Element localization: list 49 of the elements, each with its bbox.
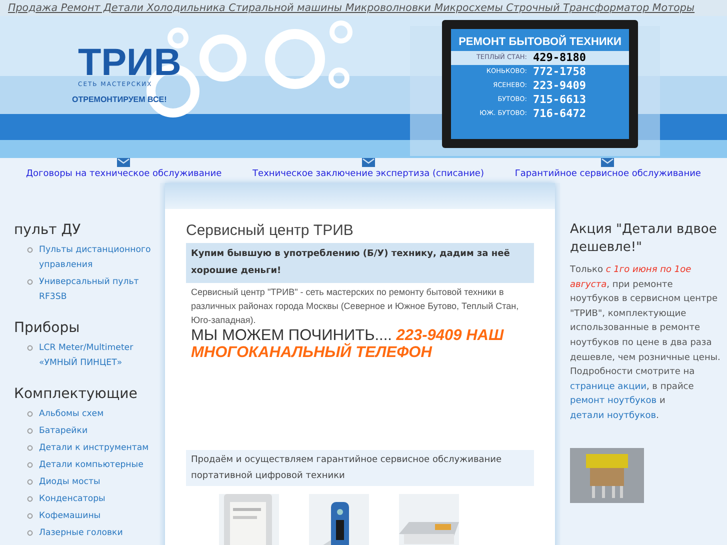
sidebar-link[interactable]: Детали компьютерные xyxy=(39,458,144,473)
section-heading: пульт ДУ xyxy=(14,221,82,239)
bullet-icon xyxy=(27,479,33,485)
envelope-icon xyxy=(601,158,614,167)
sidebar-link[interactable]: Батарейки xyxy=(39,424,88,439)
section-heading: Комплектующие xyxy=(14,385,138,403)
description-text: Сервисный центр "ТРИВ" - сеть мастерских по ремонту бытовой техники в различных районах города Москвы (Северное и Южное Бутово, Теплый Стан, Юго-западная). xyxy=(190,286,520,327)
bullet-icon xyxy=(27,428,33,434)
promo-link[interactable]: ремонт ноутбуков xyxy=(570,396,657,406)
headline-text: МЫ МОЖЕМ ПОЧИНИТЬ.... 223-9409 НАШ МНОГОКАНАЛЬНЫЙ ТЕЛЕФОН xyxy=(190,327,505,361)
bullet-icon xyxy=(27,345,33,351)
logo-slogan: ОТРЕМОНТИРУЕМ ВСЕ! xyxy=(72,94,167,106)
nav-link[interactable]: Гарантийное сервисное обслуживание xyxy=(514,167,701,181)
phone-number: 716-6472 xyxy=(533,106,587,122)
nav-link[interactable]: Техническое заключение экспертиза (списание) xyxy=(252,167,484,181)
promo-text: Только с 1го июня по 1ое августа, при ремонте ноутбуков в сервисном центре "ТРИВ", комплектующие использованные в ремонте ноутбуков по цене в два раза дешевле, чем розничные цены. Подробности смотрите на странице акции, в прайсе ремонт ноутбуков и детали ноутбуков. xyxy=(570,264,721,423)
phone-number: 429-8180 xyxy=(533,50,587,66)
logo-text: ТРИВ xyxy=(78,46,182,80)
nav-link[interactable]: Договоры на техническое обслуживание xyxy=(26,167,222,181)
sidebar-link[interactable]: Альбомы схем xyxy=(39,407,104,422)
bullet-icon xyxy=(27,530,33,536)
sidebar-link[interactable]: Универсальный пульт RF3SB xyxy=(39,275,158,305)
sidebar-link[interactable]: LCR Meter/Multimeter «УМНЫЙ ПИНЦЕТ» xyxy=(39,341,158,371)
bullet-icon xyxy=(27,462,33,468)
promo-link[interactable]: странице акции xyxy=(570,382,646,392)
sidebar-link[interactable]: Лазерные головки xyxy=(39,526,123,541)
envelope-icon xyxy=(117,158,130,167)
bullet-icon xyxy=(27,411,33,417)
bullet-icon xyxy=(27,279,33,285)
bullet-icon xyxy=(27,513,33,519)
sidebar-link[interactable]: Диоды мосты xyxy=(39,475,100,490)
page-title: Сервисный центр ТРИВ xyxy=(186,221,354,241)
envelope-icon xyxy=(362,158,375,167)
phone-number: 715-6613 xyxy=(533,92,587,108)
promo-heading: Акция "Детали вдвое дешевле!" xyxy=(570,221,718,257)
promo-banner: Продаём и осуществляем гарантийное сервисное обслуживание портативной цифровой техники xyxy=(186,450,534,486)
notice-banner: Купим бывшую в употреблению (Б/У) технику, дадим за неё хорошие деньги! xyxy=(186,243,534,283)
sidebar-link[interactable]: Детали к инструментам xyxy=(39,441,149,456)
tv-title: РЕМОНТ БЫТОВОЙ ТЕХНИКИ xyxy=(458,34,622,50)
sidebar-link[interactable]: Пульты дистанционного управления xyxy=(39,243,158,273)
phone-number: 772-1758 xyxy=(533,64,587,80)
promo-link[interactable]: детали ноутбуков xyxy=(570,410,656,421)
phone-number: 223-9409 xyxy=(533,78,587,94)
sidebar-link[interactable]: Конденсаторы xyxy=(39,492,106,507)
bullet-icon xyxy=(27,445,33,451)
bullet-icon xyxy=(27,496,33,502)
section-heading: Приборы xyxy=(14,319,81,337)
sidebar-link[interactable]: Кофемашины xyxy=(39,509,101,524)
bullet-icon xyxy=(27,247,33,253)
